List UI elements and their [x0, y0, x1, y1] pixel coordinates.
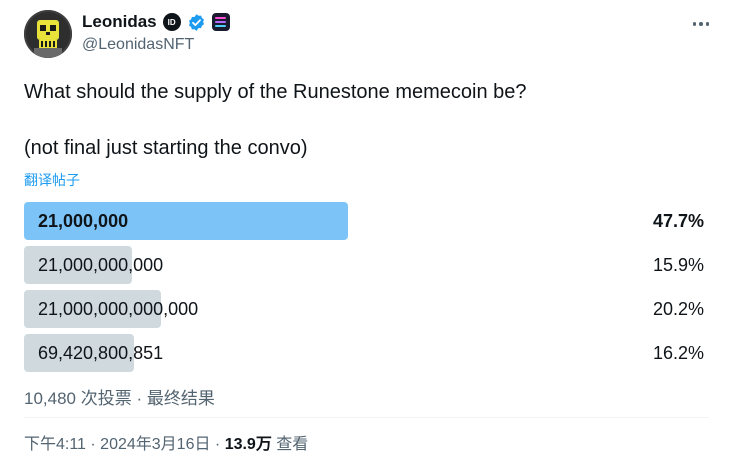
poll-option-label: 69,420,800,851 — [38, 343, 164, 363]
skull-avatar-icon — [24, 10, 72, 58]
views-label: 查看 — [271, 436, 309, 453]
avatar[interactable] — [24, 10, 72, 58]
tweet-text-line-2: (not final just starting the convo) — [24, 137, 308, 159]
poll-option-percent: 15.9% — [652, 255, 704, 275]
poll-option-percent: 20.2% — [652, 299, 704, 319]
divider — [24, 417, 709, 418]
poll-option-percent: 16.2% — [652, 343, 704, 363]
verified-badge-icon — [188, 13, 204, 31]
more-options-icon[interactable] — [688, 14, 714, 34]
display-name[interactable]: Leonidas — [82, 12, 157, 32]
poll-option: 69,420,800,851 16.2% — [24, 334, 704, 372]
view-count[interactable]: 13.9万 — [225, 436, 272, 453]
name-row: Leonidas ID — [82, 12, 230, 32]
tweet-text-line-1: What should the supply of the Runestone … — [24, 81, 527, 103]
tweet-footer: 下午4:11 · 2024年3月16日 · 13.9万 查看 — [24, 430, 308, 454]
poll-option: 21,000,000,000 15.9% — [24, 246, 704, 284]
tweet-header: Leonidas ID @LeonidasNFT — [24, 10, 714, 60]
poll: 21,000,000 47.7% 21,000,000,000 15.9% 21… — [24, 202, 704, 378]
translate-post-link[interactable]: 翻译帖子 — [24, 170, 80, 190]
poll-option: 21,000,000 47.7% — [24, 202, 704, 240]
poll-option: 21,000,000,000,000 20.2% — [24, 290, 704, 328]
poll-option-label: 21,000,000,000 — [38, 255, 164, 275]
poll-option-label: 21,000,000,000,000 — [38, 299, 199, 319]
timestamp[interactable]: 下午4:11 · 2024年3月16日 · — [24, 436, 225, 453]
app-badge-icon — [211, 13, 230, 31]
poll-option-percent: 47.7% — [652, 211, 704, 231]
id-badge-icon: ID — [162, 13, 181, 31]
tweet-text: What should the supply of the Runestone … — [24, 80, 704, 160]
poll-option-label: 21,000,000 — [38, 211, 129, 231]
user-handle[interactable]: @LeonidasNFT — [82, 36, 194, 54]
poll-results-summary: 10,480 次投票 · 最终结果 — [24, 389, 215, 408]
